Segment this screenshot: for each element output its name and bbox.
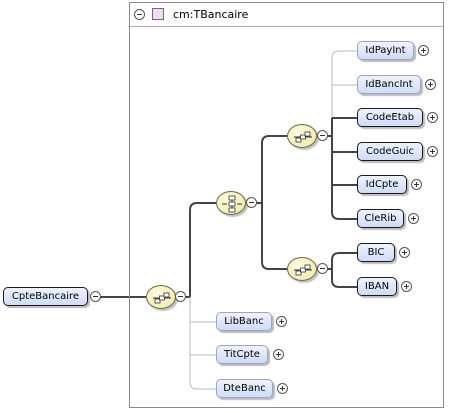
collapse-icon[interactable] [246,197,257,208]
element-cptebancaire[interactable]: CpteBancaire [3,287,88,306]
sequence-compositor-icon[interactable] [287,257,317,281]
expand-icon[interactable] [277,383,288,394]
element-idbancint[interactable]: IdBancInt [357,75,421,94]
schema-diagram: cm:TBancaire CpteBancaire IdPayInt IdBan… [0,0,449,413]
sequence-compositor-icon[interactable] [146,285,176,309]
expand-icon[interactable] [427,112,438,123]
collapse-icon[interactable] [317,130,328,141]
expand-icon[interactable] [418,45,429,56]
expand-icon[interactable] [401,281,412,292]
expand-icon[interactable] [273,349,284,360]
sequence-compositor-icon[interactable] [287,124,317,148]
element-libbanc[interactable]: LibBanc [216,312,272,331]
element-iban[interactable]: IBAN [357,277,397,296]
expand-icon[interactable] [408,213,419,224]
expand-icon[interactable] [399,247,410,258]
expand-icon[interactable] [427,146,438,157]
element-idpayint[interactable]: IdPayInt [357,41,414,60]
expand-icon[interactable] [411,179,422,190]
expand-icon[interactable] [425,79,436,90]
element-idcpte[interactable]: IdCpte [357,175,407,194]
element-dtebanc[interactable]: DteBanc [216,379,273,398]
collapse-icon[interactable] [317,263,328,274]
element-bic[interactable]: BIC [357,243,395,262]
expand-icon[interactable] [276,316,287,327]
element-codeguic[interactable]: CodeGuic [357,142,423,161]
element-clerib[interactable]: CleRib [357,209,404,228]
choice-compositor-icon[interactable] [216,191,246,215]
collapse-icon[interactable] [175,291,186,302]
collapse-icon[interactable] [90,291,101,302]
element-titcpte[interactable]: TitCpte [216,345,268,364]
element-codeetab[interactable]: CodeEtab [357,108,423,127]
